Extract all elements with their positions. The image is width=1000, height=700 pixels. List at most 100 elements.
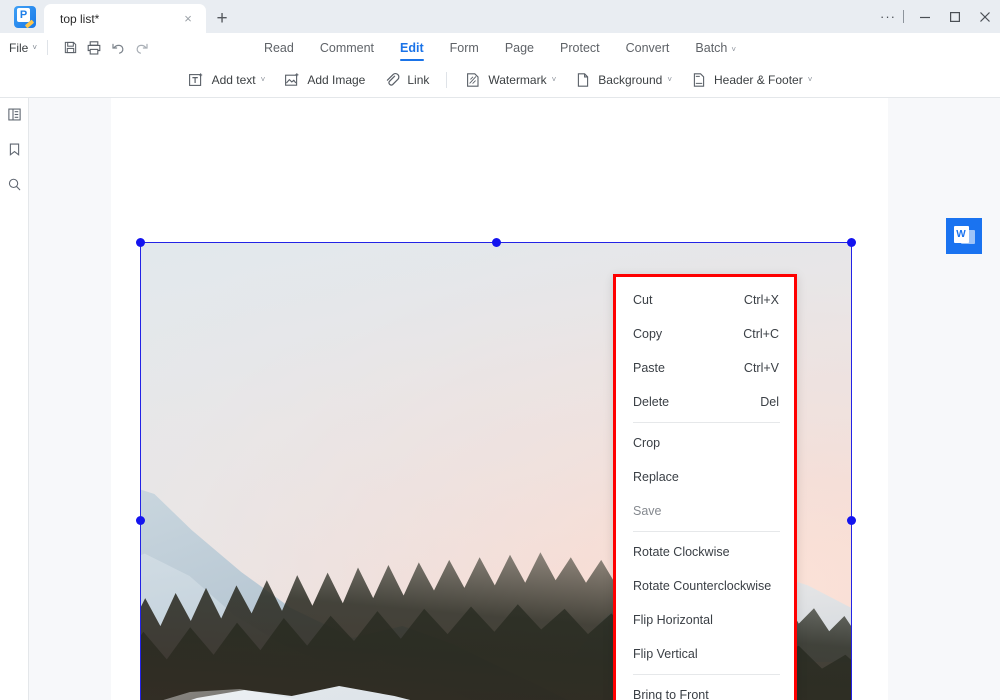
- more-options-icon[interactable]: ···: [875, 0, 901, 33]
- header-footer-icon: [690, 71, 707, 88]
- resize-handle-top-left[interactable]: [136, 238, 145, 247]
- context-menu-separator: [633, 422, 780, 423]
- tab-page-label: Page: [504, 40, 535, 55]
- app-logo-icon: P: [14, 6, 36, 29]
- resize-handle-top-center[interactable]: [491, 238, 501, 247]
- tab-form-label: Form: [449, 40, 479, 55]
- print-icon[interactable]: [82, 37, 106, 59]
- add-image-icon: [283, 71, 300, 88]
- convert-to-word-button[interactable]: W: [946, 218, 982, 254]
- context-menu-item-label: Rotate Counterclockwise: [633, 579, 772, 593]
- watermark-button[interactable]: Watermark ˅: [455, 67, 565, 93]
- context-menu-item-paste[interactable]: Paste Ctrl+V: [616, 351, 794, 385]
- context-menu-item-shortcut: Del: [760, 395, 779, 409]
- document-tab-title: top list*: [60, 11, 100, 26]
- chevron-down-icon: ˅: [260, 75, 266, 84]
- image-context-menu[interactable]: Cut Ctrl+X Copy Ctrl+C Paste Ctrl+V Delete Del C…: [613, 274, 797, 700]
- chevron-down-icon: ˅: [731, 44, 737, 54]
- window-close-icon[interactable]: [970, 0, 1000, 33]
- file-menu-button[interactable]: File ˅: [9, 41, 37, 55]
- context-menu-item-label: Save: [633, 504, 662, 518]
- add-text-button[interactable]: Add text ˅: [179, 67, 275, 93]
- context-menu-item-replace[interactable]: Replace: [616, 460, 794, 494]
- sidebar-item-page-thumbnails[interactable]: [3, 106, 25, 128]
- context-menu-item-label: Cut: [633, 293, 653, 307]
- context-menu-item-crop[interactable]: Crop: [616, 426, 794, 460]
- tab-edit-label: Edit: [400, 40, 424, 55]
- tab-read[interactable]: Read: [251, 35, 307, 61]
- context-menu-item-shortcut: Ctrl+V: [743, 361, 779, 375]
- watermark-label: Watermark: [488, 72, 547, 87]
- menu-row: File ˅ Read Comment Edit Form Page Prote…: [0, 33, 1000, 62]
- chevron-down-icon: ˅: [667, 75, 672, 84]
- tab-comment-label: Comment: [319, 40, 375, 55]
- application-window: P top list* × + ··· File ˅ Read Comment …: [0, 0, 1000, 700]
- context-menu-item-shortcut: Ctrl+C: [743, 327, 779, 341]
- window-controls-divider: [903, 10, 904, 23]
- save-icon[interactable]: [58, 37, 82, 59]
- search-icon: [7, 177, 22, 197]
- context-menu-item-rotate-clockwise[interactable]: Rotate Clockwise: [616, 535, 794, 569]
- app-logo-letter: P: [17, 8, 30, 22]
- add-text-icon: [188, 71, 205, 88]
- window-controls: ···: [875, 0, 1000, 33]
- chevron-down-icon: ˅: [551, 75, 557, 84]
- context-menu-item-label: Flip Vertical: [633, 647, 698, 661]
- maximize-icon[interactable]: [940, 0, 970, 33]
- tab-batch[interactable]: Batch ˅: [682, 35, 749, 61]
- tab-edit[interactable]: Edit: [387, 35, 437, 61]
- tab-read-label: Read: [263, 40, 294, 55]
- tab-protect[interactable]: Protect: [547, 35, 613, 61]
- resize-handle-middle-left[interactable]: [136, 515, 145, 525]
- add-text-label: Add text: [211, 72, 256, 87]
- context-menu-item-flip-vertical[interactable]: Flip Vertical: [616, 637, 794, 671]
- tab-convert[interactable]: Convert: [613, 35, 683, 61]
- tab-page[interactable]: Page: [492, 35, 547, 61]
- background-button[interactable]: Background ˅: [565, 67, 681, 93]
- tab-convert-label: Convert: [625, 40, 670, 55]
- resize-handle-top-right[interactable]: [847, 238, 856, 247]
- context-menu-item-cut[interactable]: Cut Ctrl+X: [616, 283, 794, 317]
- document-canvas[interactable]: Cut Ctrl+X Copy Ctrl+C Paste Ctrl+V Delete Del C…: [29, 98, 1000, 700]
- context-menu-item-label: Copy: [633, 327, 663, 341]
- chevron-down-icon: ˅: [32, 43, 38, 52]
- watermark-icon: [464, 71, 481, 88]
- background-label: Background: [598, 72, 663, 87]
- word-doc-front-page: W: [953, 225, 969, 243]
- workspace: Cut Ctrl+X Copy Ctrl+C Paste Ctrl+V Delete Del C…: [0, 98, 1000, 700]
- context-menu-item-rotate-counterclockwise[interactable]: Rotate Counterclockwise: [616, 569, 794, 603]
- document-tab[interactable]: top list* ×: [44, 4, 206, 33]
- context-menu-item-bring-to-front[interactable]: Bring to Front: [616, 678, 794, 700]
- link-button[interactable]: Link: [374, 67, 438, 93]
- header-footer-label: Header & Footer: [714, 72, 803, 87]
- context-menu-item-save[interactable]: Save: [616, 494, 794, 528]
- sidebar-item-search[interactable]: [3, 176, 25, 198]
- tab-protect-label: Protect: [560, 40, 600, 55]
- chevron-down-icon: ˅: [807, 75, 813, 84]
- bookmark-icon: [7, 142, 22, 162]
- redo-icon[interactable]: [130, 37, 154, 59]
- tab-comment[interactable]: Comment: [307, 35, 387, 61]
- sidebar-item-bookmarks[interactable]: [3, 141, 25, 163]
- header-footer-button[interactable]: Header & Footer ˅: [681, 67, 821, 93]
- tab-form[interactable]: Form: [437, 35, 492, 61]
- link-label: Link: [407, 72, 430, 87]
- word-document-icon: W: [953, 225, 975, 247]
- context-menu-item-label: Bring to Front: [633, 688, 709, 700]
- resize-handle-middle-right[interactable]: [847, 515, 856, 525]
- toolbar-divider: [446, 71, 448, 88]
- context-menu-item-label: Paste: [633, 361, 665, 375]
- close-icon[interactable]: ×: [180, 11, 196, 27]
- undo-icon[interactable]: [106, 37, 130, 59]
- new-tab-button[interactable]: +: [208, 4, 236, 33]
- title-bar: P top list* × + ···: [0, 0, 1000, 33]
- file-menu-label: File: [9, 40, 29, 55]
- tab-batch-label: Batch: [695, 40, 728, 55]
- context-menu-item-flip-horizontal[interactable]: Flip Horizontal: [616, 603, 794, 637]
- background-icon: [574, 71, 591, 88]
- add-image-button[interactable]: Add Image: [274, 67, 374, 93]
- context-menu-item-copy[interactable]: Copy Ctrl+C: [616, 317, 794, 351]
- minimize-icon[interactable]: [910, 0, 940, 33]
- context-menu-item-delete[interactable]: Delete Del: [616, 385, 794, 419]
- context-menu-item-shortcut: Ctrl+X: [743, 293, 779, 307]
